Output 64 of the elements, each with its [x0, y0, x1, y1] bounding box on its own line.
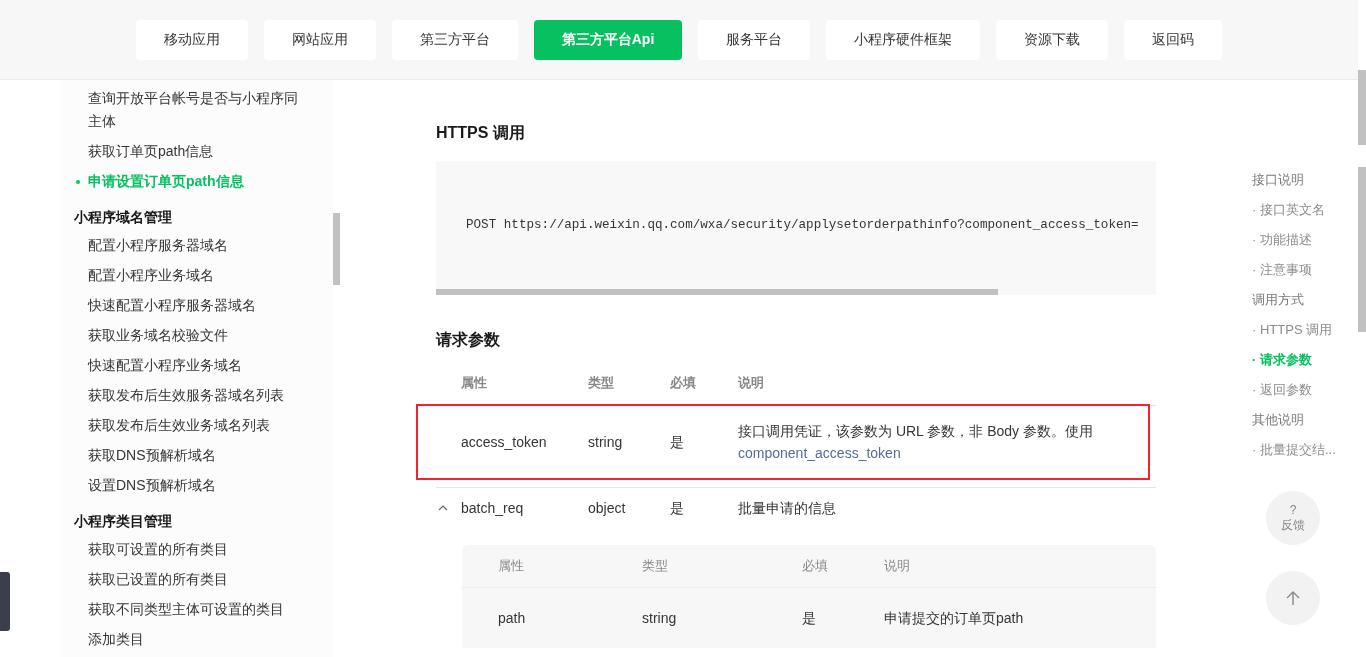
toc-link[interactable]: · HTTPS 调用 [1252, 315, 1354, 345]
column-header: 说明 [738, 374, 765, 392]
toc-link[interactable]: · 注意事项 [1252, 255, 1354, 285]
column-header: 必填 [670, 374, 697, 392]
param-name: access_token [461, 433, 548, 452]
sidebar-item[interactable]: 快速配置小程序业务域名 [74, 350, 308, 380]
column-header: 属性 [460, 374, 488, 392]
caret-up-icon[interactable] [438, 504, 448, 511]
param-name: path [498, 609, 527, 628]
sidebar-item[interactable]: 配置小程序业务域名 [74, 260, 308, 290]
sidebar-item[interactable]: 配置小程序服务器域名 [74, 230, 308, 260]
sidebar-item[interactable]: 获取发布后生效服务器域名列表 [74, 380, 308, 410]
param-description: 申请提交的订单页path [884, 609, 1025, 628]
nav-tab[interactable]: 小程序硬件框架 [826, 19, 981, 60]
token-link[interactable]: component_access_token [738, 442, 901, 464]
column-header: 类型 [588, 374, 615, 392]
nav-tab[interactable]: 第三方平台 [391, 19, 518, 60]
nav-tab[interactable]: 移动应用 [135, 19, 248, 60]
sidebar-item[interactable]: 获取不同类型主体可设置的类目 [74, 594, 308, 624]
sidebar-item[interactable]: 获取已设置的所有类目 [74, 564, 308, 594]
sidebar-item[interactable]: 设置DNS预解析域名 [74, 470, 308, 500]
scrollbar-thumb[interactable] [1358, 70, 1366, 145]
sidebar-item[interactable]: 快速配置小程序服务器域名 [74, 290, 308, 320]
nav-tab[interactable]: 服务平台 [698, 19, 811, 60]
scrollbar-thumb[interactable] [436, 289, 998, 295]
column-header: 说明 [884, 557, 911, 575]
group-title: 小程序类目管理 [73, 512, 173, 531]
sidebar-item[interactable]: 获取DNS预解析域名 [74, 440, 308, 470]
param-required: 是 [802, 609, 817, 628]
sidebar-item[interactable]: 获取订单页path信息 [74, 136, 308, 166]
up-arrow-icon [1286, 590, 1300, 606]
side-handle-icon[interactable] [0, 572, 10, 631]
param-type: string [588, 433, 624, 452]
nav-tab[interactable]: 资源下载 [996, 19, 1109, 60]
section-heading: HTTPS 调用 [436, 123, 526, 143]
toc-link[interactable]: 其他说明 [1252, 405, 1354, 435]
toc-link[interactable]: · 接口英文名 [1252, 195, 1354, 225]
sidebar-item[interactable]: 获取业务域名校验文件 [74, 320, 308, 350]
sidebar-item[interactable]: 获取可设置的所有类目 [74, 534, 308, 564]
column-header: 类型 [642, 557, 669, 575]
param-description: 接口调用凭证，该参数为 URL 参数，非 Body 参数。使用 [738, 423, 1093, 439]
section-heading: 请求参数 [436, 330, 501, 350]
toc-link[interactable]: · 功能描述 [1252, 225, 1354, 255]
column-header: 必填 [802, 557, 829, 575]
param-required: 是 [670, 499, 685, 518]
param-name: batch_req [461, 499, 525, 518]
sidebar-item[interactable]: 获取发布后生效业务域名列表 [74, 410, 308, 440]
scrollbar-thumb[interactable] [333, 213, 340, 285]
param-type: string [642, 609, 678, 628]
toc-link[interactable]: 接口说明 [1252, 165, 1354, 195]
group-title: 小程序域名管理 [73, 208, 173, 227]
param-required: 是 [670, 433, 685, 452]
sidebar-item[interactable]: 查询开放平台帐号是否与小程序同主体 [74, 83, 308, 136]
column-header: 属性 [498, 557, 525, 575]
toc-link[interactable]: 调用方式 [1252, 285, 1354, 315]
param-description: 批量申请的信息 [738, 500, 836, 516]
toc-link[interactable]: · 返回参数 [1252, 375, 1354, 405]
sidebar-item[interactable]: 添加类目 [74, 624, 308, 654]
param-type: object [588, 499, 627, 518]
code-text: POST https://api.weixin.qq.com/wxa/security/applysetorderpathinfo?component_access_token= [466, 218, 1139, 232]
scrollbar-thumb[interactable] [1358, 167, 1366, 332]
nav-tab[interactable]: 网站应用 [263, 19, 376, 60]
nav-tab[interactable]: 返回码 [1124, 19, 1223, 60]
toc-link[interactable]: · 批量提交结... [1252, 435, 1354, 465]
